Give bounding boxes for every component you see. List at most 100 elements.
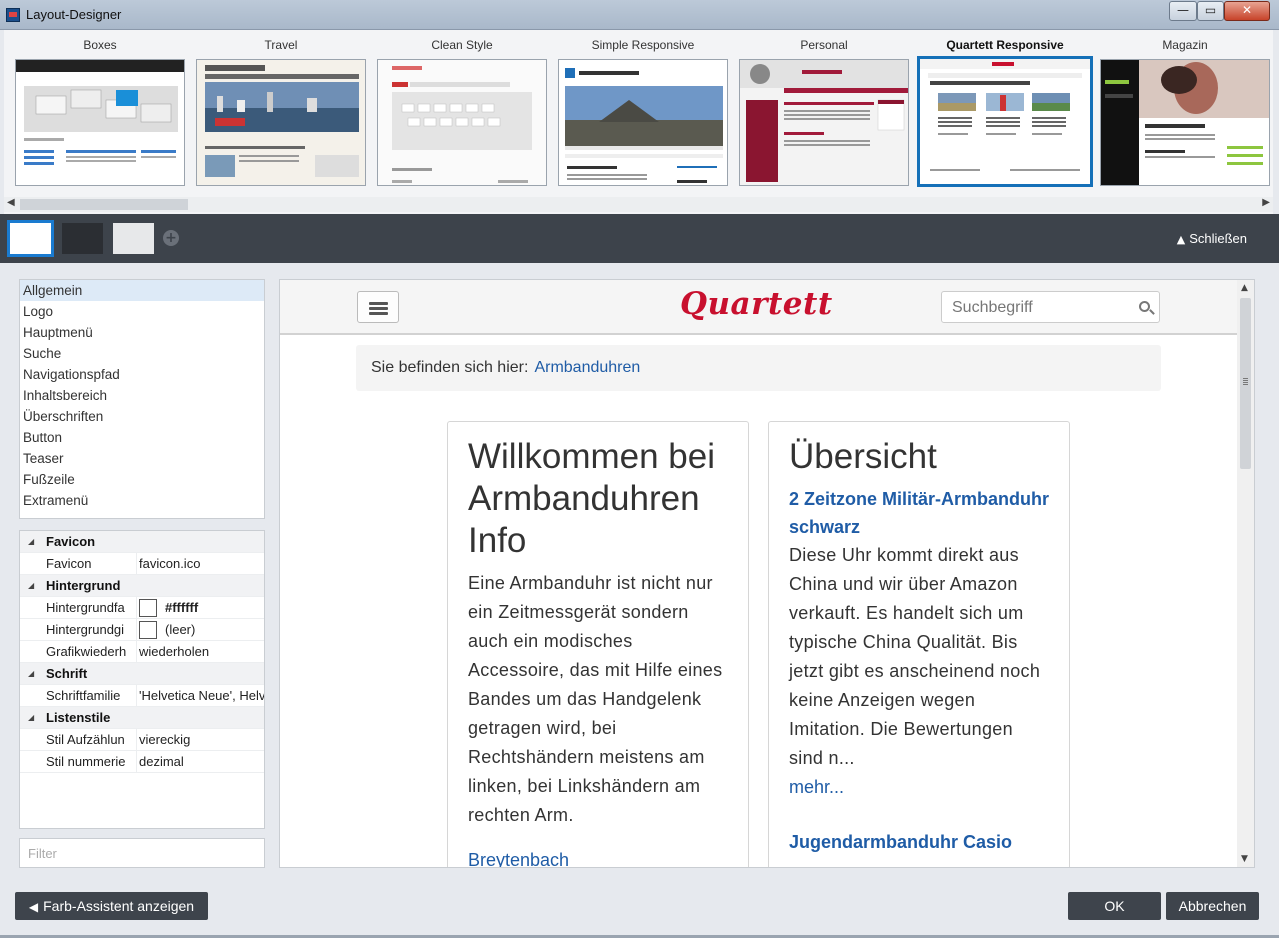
read-more-link[interactable]: mehr... xyxy=(789,773,1049,802)
template-magazin[interactable]: Magazin xyxy=(1100,38,1270,186)
property-value[interactable]: 'Helvetica Neue', Helv xyxy=(136,685,264,707)
scroll-up-icon[interactable]: ▲ xyxy=(1241,283,1248,293)
property-row-favicon[interactable]: Favicon favicon.ico xyxy=(20,553,264,575)
property-row-stil-aufzaehlung[interactable]: Stil Aufzählun viereckig xyxy=(20,729,264,751)
template-boxes[interactable]: Boxes xyxy=(15,38,185,186)
template-quartett-responsive[interactable]: Quartett Responsive xyxy=(917,38,1093,187)
color-variant-light-gray[interactable] xyxy=(113,223,154,254)
property-value[interactable]: dezimal xyxy=(136,751,264,773)
color-assistant-button[interactable]: ◀ Farb-Assistent anzeigen xyxy=(15,892,208,920)
nav-item-suche[interactable]: Suche xyxy=(20,343,264,364)
property-group-hintergrund[interactable]: ◢ Hintergrund xyxy=(20,575,264,597)
nav-item-teaser[interactable]: Teaser xyxy=(20,448,264,469)
filter-input[interactable]: Filter xyxy=(19,838,265,868)
welcome-link[interactable]: Breytenbach xyxy=(468,846,728,867)
property-row-grafikwiederholung[interactable]: Grafikwiederh wiederholen xyxy=(20,641,264,663)
nav-item-fusszeile[interactable]: Fußzeile xyxy=(20,469,264,490)
welcome-card: Willkommen bei Armbanduhren Info Eine Ar… xyxy=(447,421,749,867)
template-thumbnail[interactable] xyxy=(196,59,366,186)
breadcrumb-link[interactable]: Armbanduhren xyxy=(534,359,640,376)
property-value[interactable]: viereckig xyxy=(136,729,264,751)
variant-toolbar: + ▲ Schließen xyxy=(0,214,1279,263)
add-variant-icon[interactable]: + xyxy=(163,230,179,246)
scrollbar-thumb[interactable] xyxy=(1240,298,1251,469)
template-label: Simple Responsive xyxy=(591,38,695,52)
close-window-button[interactable]: ✕ xyxy=(1224,1,1270,21)
property-value[interactable]: #ffffff xyxy=(136,597,264,619)
collapse-label: Schließen xyxy=(1189,231,1247,246)
property-name: Stil Aufzählun xyxy=(46,732,125,747)
template-thumbnail[interactable] xyxy=(917,56,1093,187)
site-logo[interactable]: Quartett xyxy=(680,286,833,322)
color-swatch[interactable] xyxy=(139,598,157,617)
ok-button[interactable]: OK xyxy=(1068,892,1161,920)
overview-item-title[interactable]: 2 Zeitzone Militär-Armbanduhr schwarz xyxy=(789,485,1049,541)
preview-scrollbar[interactable]: ▲ ▼ xyxy=(1237,280,1254,867)
property-group-schrift[interactable]: ◢ Schrift xyxy=(20,663,264,685)
property-value[interactable]: (leer) xyxy=(136,619,264,641)
app-icon xyxy=(6,8,20,22)
scrollbar-thumb[interactable] xyxy=(20,199,188,210)
color-variant-white[interactable] xyxy=(7,220,54,257)
nav-item-inhaltsbereich[interactable]: Inhaltsbereich xyxy=(20,385,264,406)
property-group-listenstile[interactable]: ◢ Listenstile xyxy=(20,707,264,729)
cancel-button[interactable]: Abbrechen xyxy=(1166,892,1259,920)
overview-item-title[interactable]: Jugendarmbanduhr Casio xyxy=(789,828,1049,856)
nav-item-hauptmenue[interactable]: Hauptmenü xyxy=(20,322,264,343)
property-row-hintergrundfarbe[interactable]: Hintergrundfa #ffffff xyxy=(20,597,264,619)
template-thumbnail[interactable] xyxy=(739,59,909,186)
chevron-left-icon: ◀ xyxy=(28,900,39,914)
preview-header: Quartett Suchbegriff xyxy=(280,280,1238,335)
nav-item-ueberschriften[interactable]: Überschriften xyxy=(20,406,264,427)
nav-item-allgemein[interactable]: Allgemein xyxy=(20,280,264,301)
property-group-favicon[interactable]: ◢ Favicon xyxy=(20,531,264,553)
scroll-right-icon[interactable]: ▶ xyxy=(1262,197,1270,208)
minimize-icon: — xyxy=(1177,3,1189,17)
expand-triangle-icon[interactable]: ◢ xyxy=(28,663,34,685)
image-swatch[interactable] xyxy=(139,620,157,639)
scroll-down-icon[interactable]: ▼ xyxy=(1241,854,1248,864)
template-thumbnail[interactable] xyxy=(15,59,185,186)
property-name: Stil nummerie xyxy=(46,754,126,769)
image-value: (leer) xyxy=(165,622,196,637)
template-strip-scrollbar[interactable]: ◀ ▶ xyxy=(4,197,1273,212)
chevron-up-icon: ▲ xyxy=(1176,233,1186,246)
template-label: Personal xyxy=(800,38,848,52)
property-name: Favicon xyxy=(46,556,92,571)
template-clean-style[interactable]: Clean Style xyxy=(377,38,547,186)
hamburger-menu-button[interactable] xyxy=(357,291,399,323)
property-row-hintergrundgrafik[interactable]: Hintergrundgi (leer) xyxy=(20,619,264,641)
template-label: Quartett Responsive xyxy=(946,38,1064,52)
search-icon[interactable] xyxy=(1139,301,1150,312)
template-travel[interactable]: Travel xyxy=(196,38,366,186)
nav-item-extramenue[interactable]: Extramenü xyxy=(20,490,264,511)
color-assistant-label: Farb-Assistent anzeigen xyxy=(43,898,195,914)
dialog-footer: ◀ Farb-Assistent anzeigen OK Abbrechen xyxy=(0,884,1279,938)
preview-search-input[interactable]: Suchbegriff xyxy=(941,291,1160,323)
scroll-left-icon[interactable]: ◀ xyxy=(7,197,15,208)
collapse-button[interactable]: ▲ Schließen xyxy=(1177,231,1247,246)
property-value[interactable]: wiederholen xyxy=(136,641,264,663)
nav-item-button[interactable]: Button xyxy=(20,427,264,448)
search-placeholder: Suchbegriff xyxy=(952,299,1033,316)
template-simple-responsive[interactable]: Simple Responsive xyxy=(558,38,728,186)
template-thumbnail[interactable] xyxy=(558,59,728,186)
property-value[interactable]: favicon.ico xyxy=(136,553,264,575)
property-row-stil-nummerierung[interactable]: Stil nummerie dezimal xyxy=(20,751,264,773)
welcome-title: Willkommen bei Armbanduhren Info xyxy=(468,437,715,560)
color-variant-dark[interactable] xyxy=(62,223,103,254)
template-thumbnail[interactable] xyxy=(1100,59,1270,186)
property-row-schriftfamilie[interactable]: Schriftfamilie 'Helvetica Neue', Helv xyxy=(20,685,264,707)
template-label: Magazin xyxy=(1162,38,1208,52)
maximize-button[interactable]: ▭ xyxy=(1197,1,1224,21)
minimize-button[interactable]: — xyxy=(1169,1,1197,21)
expand-triangle-icon[interactable]: ◢ xyxy=(28,575,34,597)
property-name: Schriftfamilie xyxy=(46,688,121,703)
template-thumbnail[interactable] xyxy=(377,59,547,186)
expand-triangle-icon[interactable]: ◢ xyxy=(28,707,34,729)
nav-item-navigationspfad[interactable]: Navigationspfad xyxy=(20,364,264,385)
nav-item-logo[interactable]: Logo xyxy=(20,301,264,322)
property-name: Hintergrundfa xyxy=(46,600,125,615)
expand-triangle-icon[interactable]: ◢ xyxy=(28,531,34,553)
template-personal[interactable]: Personal xyxy=(739,38,909,186)
